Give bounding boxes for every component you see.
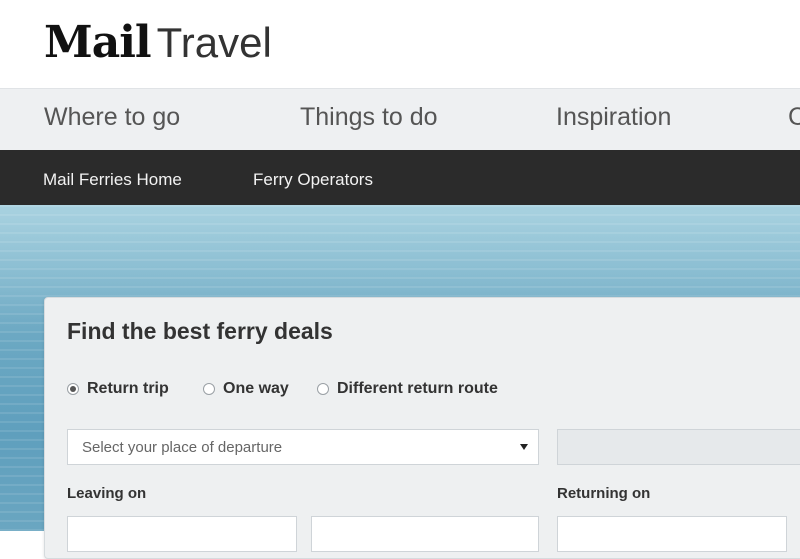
radio-label-one-way: One way [223, 380, 289, 397]
returning-date-field[interactable] [557, 516, 787, 552]
leaving-on-label: Leaving on [67, 485, 147, 502]
radio-one-way[interactable]: One way [203, 380, 289, 398]
chevron-down-icon [520, 444, 528, 450]
radio-unchecked-icon [203, 383, 215, 395]
departure-select[interactable]: Select your place of departure [67, 429, 539, 465]
logo-mail-text: Mail [44, 17, 152, 68]
returning-on-label: Returning on [557, 485, 651, 502]
primary-nav: Where to go Things to do Inspiration C [0, 88, 800, 151]
leaving-date-field[interactable] [67, 516, 297, 552]
panel-title: Find the best ferry deals [67, 318, 333, 344]
mail-travel-logo[interactable]: Mail Travel [44, 16, 272, 70]
departure-select-value: Select your place of departure [82, 439, 283, 456]
nav-ferry-operators[interactable]: Ferry Operators [253, 170, 373, 190]
logo-travel-text: Travel [156, 19, 272, 66]
radio-checked-icon [67, 383, 79, 395]
radio-different-return-route[interactable]: Different return route [317, 380, 498, 398]
nav-item-cut-off[interactable]: C [788, 103, 800, 132]
nav-mail-ferries-home[interactable]: Mail Ferries Home [43, 170, 182, 190]
ferry-search-panel: Find the best ferry deals Return trip On… [44, 297, 800, 559]
leaving-time-field[interactable] [311, 516, 539, 552]
radio-label-return-trip: Return trip [87, 380, 169, 397]
destination-select[interactable] [557, 429, 800, 465]
nav-things-to-do[interactable]: Things to do [300, 103, 438, 132]
secondary-nav: Mail Ferries Home Ferry Operators [0, 150, 800, 205]
radio-unchecked-icon [317, 383, 329, 395]
radio-return-trip[interactable]: Return trip [67, 380, 169, 398]
nav-where-to-go[interactable]: Where to go [44, 103, 180, 132]
nav-inspiration[interactable]: Inspiration [556, 103, 671, 132]
radio-label-different-return-route: Different return route [337, 380, 498, 397]
site-header: Mail Travel [0, 0, 800, 88]
